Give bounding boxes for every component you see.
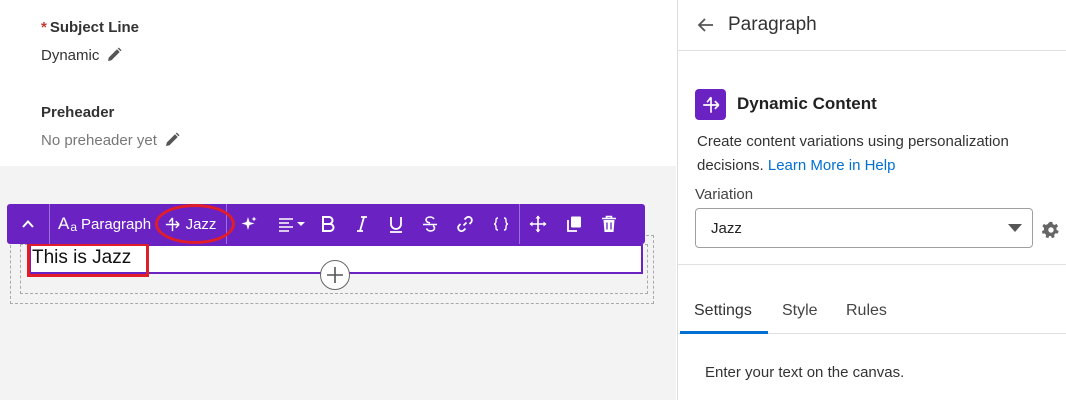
- subject-line-label-text: Subject Line: [49, 19, 140, 36]
- caret-down-icon: [296, 222, 305, 226]
- properties-panel: Paragraph Dynamic Content Create content…: [677, 0, 1066, 400]
- bold-icon: [322, 216, 335, 232]
- section-title: Dynamic Content: [737, 94, 877, 113]
- trash-icon: [602, 215, 616, 232]
- variation-selected-value: Jazz: [711, 219, 742, 237]
- active-tab-indicator: [680, 331, 768, 334]
- preheader-label: Preheader: [41, 104, 115, 121]
- italic-button[interactable]: [345, 204, 379, 244]
- pencil-icon[interactable]: [163, 131, 181, 149]
- add-block-button[interactable]: [320, 260, 350, 290]
- align-left-icon: [278, 218, 293, 232]
- plus-icon: [327, 267, 343, 283]
- annotation-ellipse: [155, 204, 235, 244]
- underline-button[interactable]: [379, 204, 413, 244]
- caret-down-icon: [1008, 224, 1022, 232]
- block-type-label: Paragraph: [81, 215, 152, 233]
- italic-icon: [357, 216, 367, 232]
- section-description: Create content variations using personal…: [697, 130, 1037, 178]
- back-arrow-icon[interactable]: [696, 15, 716, 35]
- learn-more-link[interactable]: Learn More in Help: [768, 157, 896, 174]
- gear-icon[interactable]: [1042, 221, 1060, 239]
- strikethrough-button[interactable]: [413, 204, 447, 244]
- preheader-value[interactable]: No preheader yet: [41, 131, 181, 149]
- move-icon: [529, 215, 547, 233]
- bold-button[interactable]: [311, 204, 345, 244]
- dynamic-content-badge: [695, 89, 726, 120]
- pencil-icon[interactable]: [105, 46, 123, 64]
- app-root: * Subject Line Dynamic Preheader No prehe…: [0, 0, 1066, 400]
- settings-hint: Enter your text on the canvas.: [705, 364, 905, 381]
- text-format-icon: Aa: [58, 214, 77, 234]
- merge-field-button[interactable]: [483, 204, 519, 244]
- required-mark: *: [41, 19, 47, 36]
- preheader-text: No preheader yet: [41, 131, 157, 149]
- collapse-toolbar-button[interactable]: [7, 204, 49, 244]
- tab-settings[interactable]: Settings: [694, 302, 752, 320]
- tab-style[interactable]: Style: [782, 302, 818, 320]
- panel-tabs: Settings Style Rules: [678, 288, 1066, 334]
- text-format-glyph-small: a: [70, 220, 78, 234]
- chevron-up-icon: [22, 220, 34, 228]
- editor-canvas-area: * Subject Line Dynamic Preheader No prehe…: [0, 0, 676, 400]
- subject-line-label: * Subject Line: [41, 19, 139, 36]
- dynamic-content-icon: [702, 96, 719, 113]
- subject-line-text: Dynamic: [41, 46, 100, 64]
- curly-braces-icon: [493, 217, 509, 231]
- link-icon: [457, 216, 473, 232]
- block-toolbar: Aa Paragraph Jazz: [7, 204, 645, 244]
- align-dropdown-button[interactable]: [271, 204, 311, 244]
- panel-title: Paragraph: [728, 14, 817, 35]
- sparkle-icon: [241, 216, 257, 230]
- duplicate-block-button[interactable]: [556, 204, 592, 244]
- panel-divider: [678, 264, 1066, 265]
- panel-header: Paragraph: [678, 0, 1066, 51]
- variation-label: Variation: [695, 186, 754, 203]
- subject-line-value[interactable]: Dynamic: [41, 46, 123, 64]
- link-button[interactable]: [447, 204, 483, 244]
- annotation-rectangle: [27, 243, 149, 277]
- block-type-button[interactable]: Aa Paragraph: [50, 204, 154, 244]
- text-format-glyph-large: A: [58, 214, 70, 233]
- tab-rules[interactable]: Rules: [846, 302, 887, 320]
- strikethrough-icon: [423, 216, 437, 232]
- copy-icon: [567, 216, 581, 232]
- variation-select[interactable]: Jazz: [695, 208, 1033, 248]
- email-settings-section: * Subject Line Dynamic Preheader No prehe…: [0, 0, 676, 166]
- underline-icon: [390, 216, 402, 233]
- move-block-button[interactable]: [520, 204, 556, 244]
- delete-block-button[interactable]: [592, 204, 626, 244]
